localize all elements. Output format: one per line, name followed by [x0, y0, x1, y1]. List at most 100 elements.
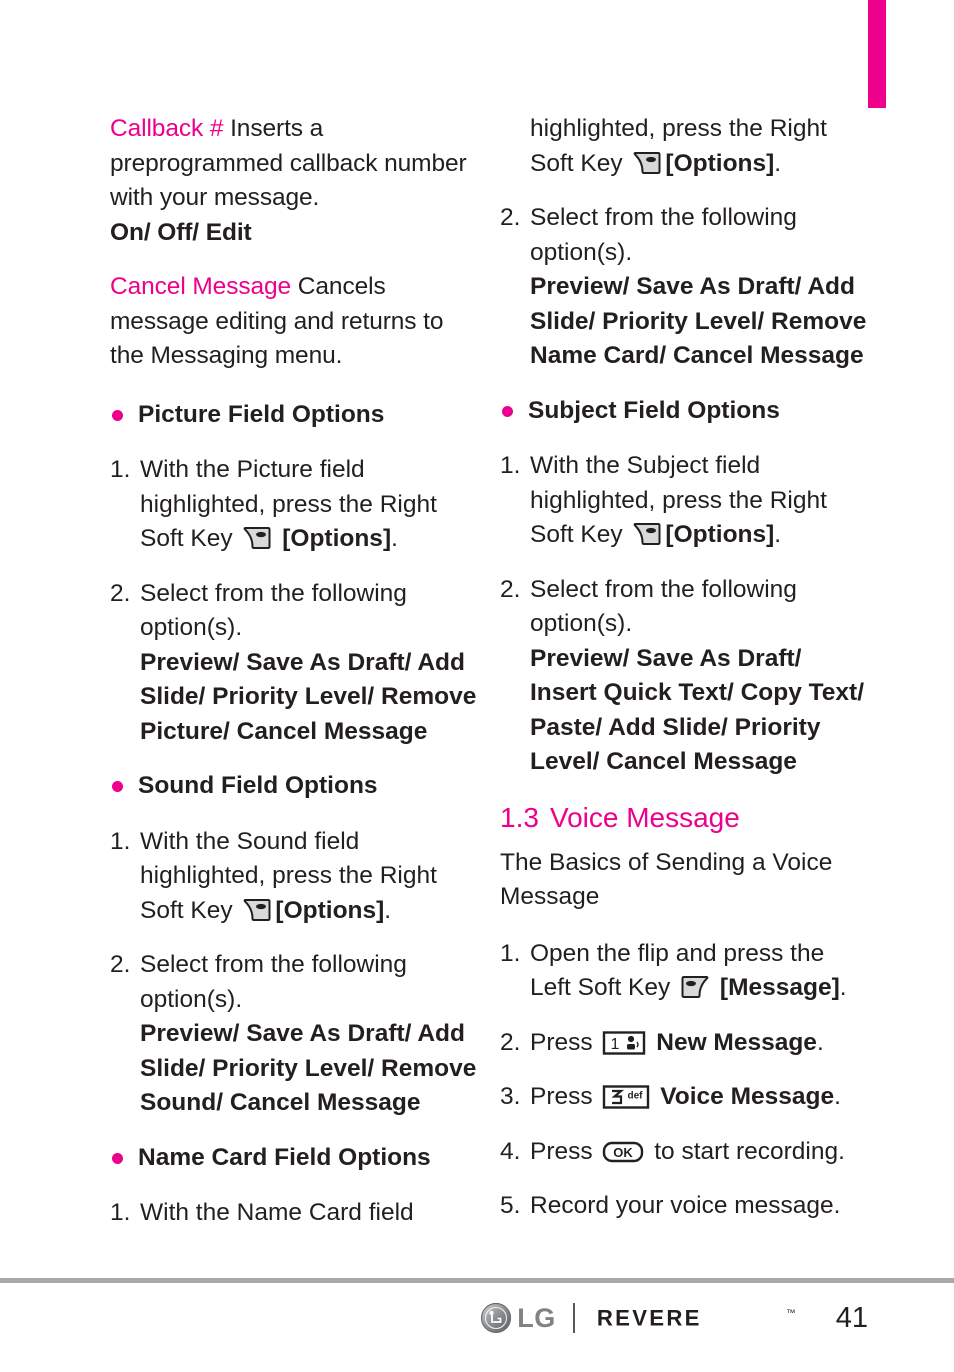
section-number: 1.3 — [500, 801, 539, 833]
bullet-dot-icon — [112, 781, 123, 792]
step-text: With the Subject field highlighted, pres… — [530, 452, 827, 548]
callback-term: Callback # — [110, 115, 224, 142]
subject-field-step-2: 2. Select from the following option(s). P… — [500, 573, 870, 780]
voice-message-step-3: 3. Press def Voice Message. — [500, 1080, 870, 1115]
step-text: highlighted, press the Right Soft Key [O… — [530, 115, 827, 177]
footer-separator — [572, 1303, 575, 1333]
step-number: 2. — [110, 579, 131, 607]
step-text: With the Sound field highlighted, press … — [140, 827, 437, 924]
right-soft-key-icon — [632, 521, 662, 547]
menu-item-label: New Message — [656, 1028, 817, 1056]
lg-logo-icon — [480, 1302, 512, 1334]
option-list: Preview/ Save As Draft/ Insert Quick Tex… — [530, 644, 865, 776]
step-text: Select from the following option(s). Prev… — [140, 577, 480, 750]
option-list: Preview/ Save As Draft/ Add Slide/ Prior… — [140, 648, 477, 745]
picture-field-step-2: 2. Select from the following option(s). P… — [110, 577, 480, 750]
right-text-column: highlighted, press the Right Soft Key [O… — [500, 112, 870, 1244]
step-text-tail: to start recording. — [647, 1137, 845, 1165]
step-text: Select from the following option(s). Prev… — [140, 948, 480, 1121]
picture-field-options-heading: Picture Field Options — [138, 400, 385, 428]
right-soft-key-icon — [242, 525, 272, 551]
name-card-field-step-2: 2. Select from the following option(s). P… — [500, 201, 870, 374]
step-text-tail: . — [816, 1028, 824, 1056]
callback-options: On/ Off/ Edit — [110, 218, 252, 246]
section-subtitle: The Basics of Sending a Voice Message — [500, 848, 833, 911]
manual-page: Callback # Inserts a preprogrammed callb… — [0, 0, 954, 1270]
right-soft-key-icon — [242, 897, 272, 923]
step-text-tail: . — [839, 974, 847, 1001]
step-text-lead: Press — [530, 1083, 600, 1110]
svg-text:REVERE: REVERE — [597, 1307, 702, 1330]
step-number: 1. — [110, 1199, 131, 1226]
cancel-message-definition: Cancel Message Cancels message editing a… — [110, 270, 480, 374]
step-text: Select from the following option(s). Prev… — [530, 201, 870, 374]
step-number: 2. — [110, 951, 131, 978]
svg-text:OK: OK — [614, 1145, 634, 1160]
footer-divider-rule — [0, 1278, 954, 1283]
step-number: 1. — [110, 827, 131, 855]
step-text: Press def Voice Message. — [530, 1080, 870, 1115]
voice-message-step-4: 4. Press OK to start recording. — [500, 1135, 870, 1170]
section-title: Voice Message — [549, 801, 740, 833]
option-list: Preview/ Save As Draft/ Add Slide/ Prior… — [530, 273, 867, 369]
options-key-label: [Options] — [665, 521, 775, 548]
step-text-lead: Select from the following option(s). — [140, 951, 407, 1013]
step-text: Press 1 New Message. — [530, 1026, 870, 1061]
step-text: Open the flip and press the Left Soft Ke… — [530, 937, 870, 1006]
step-text-lead: Select from the following option(s). — [530, 204, 797, 266]
section-heading-voice-message: 1.3 Voice Message — [500, 800, 870, 836]
callback-definition: Callback # Inserts a preprogrammed callb… — [110, 112, 480, 250]
step-text-lead: Press — [530, 1028, 600, 1056]
menu-item-label: Voice Message — [660, 1083, 835, 1110]
step-text-lead: Press — [530, 1137, 600, 1165]
key-1-voicemail-icon: 1 — [602, 1030, 646, 1056]
options-key-label: [Options] — [275, 896, 385, 924]
step-number: 4. — [500, 1137, 521, 1165]
name-card-field-step-1: 1. With the Name Card field — [110, 1196, 480, 1231]
sound-field-step-1: 1. With the Sound field highlighted, pre… — [110, 825, 480, 929]
ok-key-icon: OK — [602, 1139, 644, 1165]
bullet-dot-icon — [112, 1152, 123, 1164]
left-text-column: Callback # Inserts a preprogrammed callb… — [110, 112, 480, 1251]
step-text: Record your voice message. — [530, 1192, 841, 1219]
subject-field-options-heading: Subject Field Options — [528, 396, 780, 424]
name-card-field-step-1-continued: highlighted, press the Right Soft Key [O… — [530, 112, 870, 181]
svg-text:1: 1 — [611, 1036, 620, 1053]
cancel-message-term: Cancel Message — [110, 273, 292, 300]
svg-text:def: def — [628, 1091, 644, 1102]
page-number: 41 — [835, 1301, 868, 1334]
step-text: Press OK to start recording. — [530, 1135, 870, 1170]
picture-field-options-heading-row: Picture Field Options — [110, 398, 480, 433]
step-number: 5. — [500, 1192, 521, 1219]
step-text: With the Name Card field — [140, 1199, 414, 1226]
key-3-def-icon: def — [602, 1084, 650, 1110]
sound-field-step-2: 2. Select from the following option(s). P… — [110, 948, 480, 1121]
page-footer: LG REVERE ™ 41 — [0, 1288, 954, 1348]
step-text: With the Picture field highlighted, pres… — [140, 456, 437, 552]
options-key-label: [Options] — [282, 525, 392, 552]
step-number: 1. — [110, 456, 131, 483]
picture-field-step-1: 1. With the Picture field highlighted, p… — [110, 453, 480, 557]
sound-field-options-heading: Sound Field Options — [138, 772, 378, 799]
right-soft-key-icon — [632, 150, 662, 176]
voice-message-step-5: 5. Record your voice message. — [500, 1189, 870, 1224]
step-text-lead: Select from the following option(s). — [140, 579, 407, 642]
name-card-field-options-heading: Name Card Field Options — [138, 1143, 431, 1171]
message-key-label: [Message] — [719, 974, 840, 1001]
options-key-label: [Options] — [665, 149, 775, 177]
step-number: 1. — [500, 452, 521, 479]
option-list: Preview/ Save As Draft/ Add Slide/ Prior… — [140, 1020, 477, 1116]
subject-field-step-1: 1. With the Subject field highlighted, p… — [500, 449, 870, 553]
step-text: Select from the following option(s). Prev… — [530, 573, 870, 780]
step-text-lead: Select from the following option(s). — [530, 575, 797, 638]
bullet-dot-icon — [112, 409, 123, 421]
step-number: 2. — [500, 204, 521, 231]
subject-field-options-heading-row: Subject Field Options — [500, 394, 870, 429]
voice-message-step-2: 2. Press 1 New Message. — [500, 1026, 870, 1061]
step-number: 2. — [500, 575, 521, 603]
svg-text:™: ™ — [786, 1308, 795, 1318]
voice-message-step-1: 1. Open the flip and press the Left Soft… — [500, 937, 870, 1006]
step-number: 1. — [500, 939, 521, 967]
left-soft-key-icon — [680, 974, 710, 1000]
revere-wordmark: REVERE ™ — [592, 1305, 814, 1330]
